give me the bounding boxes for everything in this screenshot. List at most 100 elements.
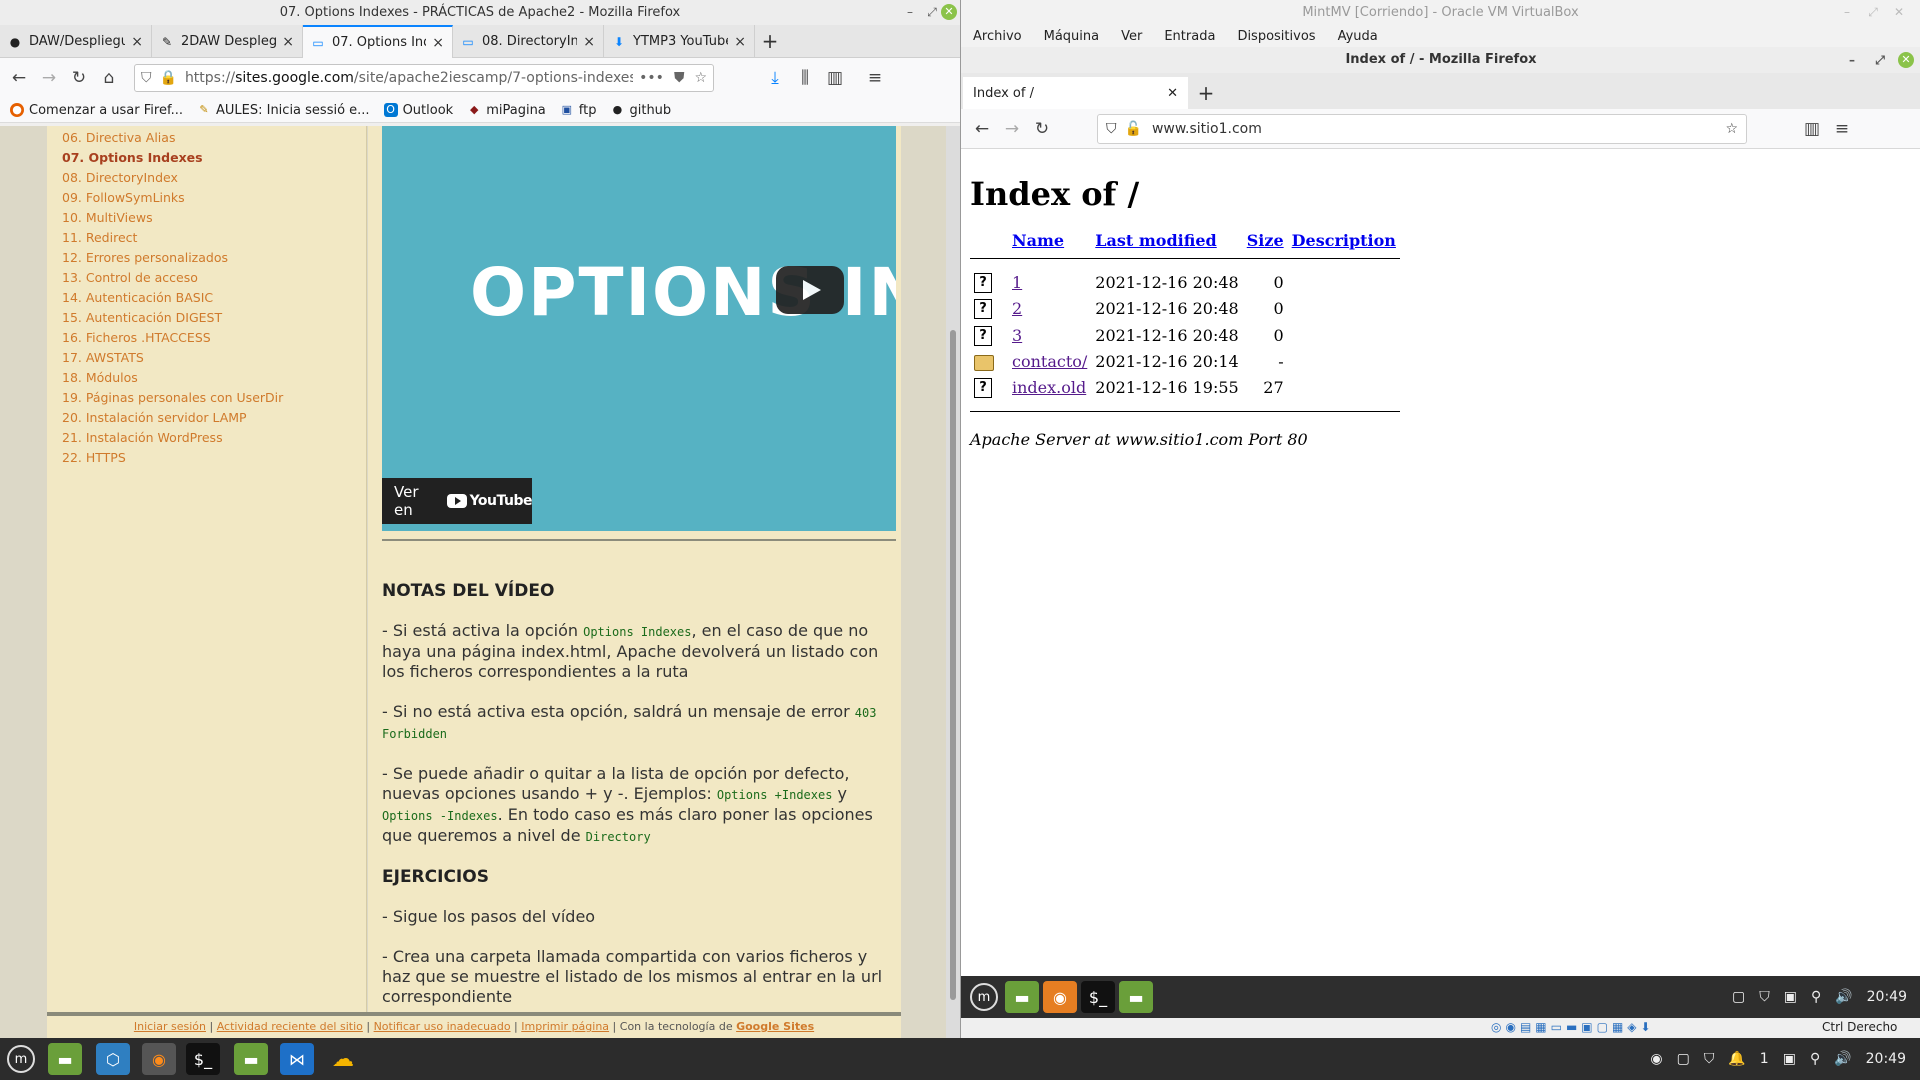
- name-header[interactable]: Name: [1008, 229, 1091, 252]
- vbox-maximize-button[interactable]: ⤢: [1865, 4, 1881, 20]
- bookmark-item[interactable]: O Outlook: [383, 103, 453, 118]
- files-icon[interactable]: ▬: [1005, 981, 1039, 1013]
- sidebar-item[interactable]: 14. Autenticación BASIC: [47, 288, 366, 308]
- play-button[interactable]: [776, 266, 844, 314]
- guest-close-button[interactable]: ✕: [1898, 52, 1914, 68]
- maximize-button[interactable]: ⤢: [924, 4, 940, 20]
- sidebar-icon[interactable]: ▥: [820, 63, 850, 93]
- menu-ayuda[interactable]: Ayuda: [1338, 29, 1378, 44]
- mint-menu-icon[interactable]: m: [967, 981, 1001, 1013]
- close-tab-icon[interactable]: ×: [131, 34, 143, 50]
- terminal-icon[interactable]: $_: [1081, 981, 1115, 1013]
- library-icon[interactable]: ⫼: [790, 63, 820, 93]
- size-header[interactable]: Size: [1243, 229, 1288, 252]
- clipboard-icon[interactable]: ▢: [1677, 1051, 1690, 1067]
- tab-2daw[interactable]: ✎ 2DAW Desplegamen ×: [152, 25, 303, 58]
- terminal-icon[interactable]: $_: [186, 1043, 220, 1075]
- folder-icon[interactable]: ▬: [234, 1043, 268, 1075]
- sidebar-item[interactable]: 17. AWSTATS: [47, 348, 366, 368]
- volume-icon[interactable]: 🔊: [1835, 989, 1852, 1005]
- scrollbar-thumb[interactable]: [950, 330, 956, 1000]
- sidebar-item[interactable]: 15. Autenticación DIGEST: [47, 308, 366, 328]
- footer-link-print[interactable]: Imprimir página: [521, 1020, 609, 1033]
- sidebar-item[interactable]: 21. Instalación WordPress: [47, 428, 366, 448]
- footer-link-google-sites[interactable]: Google Sites: [736, 1020, 814, 1033]
- watch-on-youtube-button[interactable]: Ver en YouTube: [382, 478, 533, 524]
- menu-dispositivos[interactable]: Dispositivos: [1237, 29, 1315, 44]
- close-tab-icon[interactable]: ×: [734, 34, 746, 50]
- menu-entrada[interactable]: Entrada: [1164, 29, 1215, 44]
- folder-icon[interactable]: ▬: [1119, 981, 1153, 1013]
- vbox-minimize-button[interactable]: –: [1839, 4, 1855, 20]
- forward-button[interactable]: →: [34, 63, 64, 93]
- file-link[interactable]: 1: [1012, 273, 1022, 292]
- close-button[interactable]: ✕: [941, 4, 957, 20]
- guest-new-tab-button[interactable]: +: [1188, 77, 1224, 109]
- file-link[interactable]: 2: [1012, 299, 1022, 318]
- notification-icon[interactable]: 🔔: [1728, 1051, 1745, 1067]
- youtube-embed[interactable]: OPTIONS IN Ver en YouTube: [382, 126, 896, 531]
- network-icon[interactable]: ⚲: [1811, 989, 1821, 1005]
- sidebar-item[interactable]: 06. Directiva Alias: [47, 128, 366, 148]
- bookmark-star-icon[interactable]: ☆: [1725, 121, 1738, 137]
- sidebar-item[interactable]: 11. Redirect: [47, 228, 366, 248]
- pocket-icon[interactable]: ⛊: [674, 70, 685, 86]
- tab-github[interactable]: ● DAW/Despliegue/im ×: [0, 25, 152, 58]
- sidebar-item[interactable]: 09. FollowSymLinks: [47, 188, 366, 208]
- downloads-icon[interactable]: ⤓: [760, 63, 790, 93]
- vscode-icon[interactable]: ⋈: [280, 1043, 314, 1075]
- close-tab-icon[interactable]: ×: [432, 35, 444, 51]
- sidebar-item[interactable]: 12. Errores personalizados: [47, 248, 366, 268]
- guest-reload-button[interactable]: ↻: [1027, 114, 1057, 144]
- updates-icon[interactable]: ▣: [1783, 1051, 1796, 1067]
- workspace-indicator[interactable]: 1: [1760, 1051, 1769, 1067]
- tab-ytmp3[interactable]: ⬇ YTMP3 YouTube Con ×: [604, 25, 755, 58]
- sidebar-item[interactable]: 22. HTTPS: [47, 448, 366, 468]
- new-tab-button[interactable]: +: [755, 25, 785, 57]
- menu-archivo[interactable]: Archivo: [973, 29, 1022, 44]
- virtualbox-icon[interactable]: ⬡: [96, 1043, 130, 1075]
- close-tab-icon[interactable]: ×: [583, 34, 595, 50]
- modified-header[interactable]: Last modified: [1091, 229, 1242, 252]
- page-actions-icon[interactable]: •••: [639, 70, 664, 86]
- file-link[interactable]: index.old: [1012, 378, 1086, 397]
- minimize-button[interactable]: –: [902, 4, 918, 20]
- sidebar-item[interactable]: 07. Options Indexes: [47, 148, 366, 168]
- sidebar-item[interactable]: 19. Páginas personales con UserDir: [47, 388, 366, 408]
- sidebar-item[interactable]: 16. Ficheros .HTACCESS: [47, 328, 366, 348]
- eye-icon[interactable]: ◉: [1650, 1051, 1662, 1067]
- bookmark-item[interactable]: ◆ miPagina: [467, 103, 546, 118]
- firefox-icon[interactable]: ◉: [1043, 981, 1077, 1013]
- notes-icon[interactable]: ☁: [326, 1043, 360, 1075]
- bookmark-item[interactable]: ● github: [610, 103, 672, 118]
- shield-icon[interactable]: ⛉: [1704, 1051, 1715, 1067]
- files-icon[interactable]: ▬: [48, 1043, 82, 1075]
- reload-button[interactable]: ↻: [64, 63, 94, 93]
- back-button[interactable]: ←: [4, 63, 34, 93]
- tab-directoryindex[interactable]: ▭ 08. DirectoryIndex - ×: [453, 25, 604, 58]
- shield-icon[interactable]: ⛉: [1759, 989, 1770, 1005]
- bookmark-item[interactable]: ✎ AULES: Inicia sessió e...: [197, 103, 369, 118]
- guest-back-button[interactable]: ←: [967, 114, 997, 144]
- close-tab-icon[interactable]: ✕: [1167, 86, 1178, 101]
- file-link[interactable]: 3: [1012, 326, 1022, 345]
- footer-link-login[interactable]: Iniciar sesión: [134, 1020, 206, 1033]
- network-icon[interactable]: ⚲: [1810, 1051, 1820, 1067]
- bookmark-item[interactable]: ● Comenzar a usar Firef...: [10, 103, 183, 118]
- sidebar-item[interactable]: 13. Control de acceso: [47, 268, 366, 288]
- guest-menu-icon[interactable]: ≡: [1827, 114, 1857, 144]
- mint-menu-icon[interactable]: m: [4, 1043, 38, 1075]
- bookmark-star-icon[interactable]: ☆: [694, 70, 707, 86]
- clipboard-icon[interactable]: ▢: [1732, 989, 1745, 1005]
- sidebar-item[interactable]: 08. DirectoryIndex: [47, 168, 366, 188]
- footer-link-report[interactable]: Notificar uso inadecuado: [374, 1020, 511, 1033]
- guest-minimize-button[interactable]: –: [1844, 52, 1860, 68]
- url-bar[interactable]: ⛉ 🔒 https://sites.google.com/site/apache…: [134, 64, 714, 92]
- guest-tab-index[interactable]: Index of / ✕: [963, 77, 1188, 109]
- tab-options-indexes[interactable]: ▭ 07. Options Indexes ×: [303, 25, 453, 58]
- vbox-close-button[interactable]: ✕: [1891, 4, 1907, 20]
- guest-maximize-button[interactable]: ⤢: [1872, 52, 1888, 68]
- menu-maquina[interactable]: Máquina: [1044, 29, 1100, 44]
- volume-icon[interactable]: 🔊: [1834, 1051, 1851, 1067]
- sidebar-item[interactable]: 18. Módulos: [47, 368, 366, 388]
